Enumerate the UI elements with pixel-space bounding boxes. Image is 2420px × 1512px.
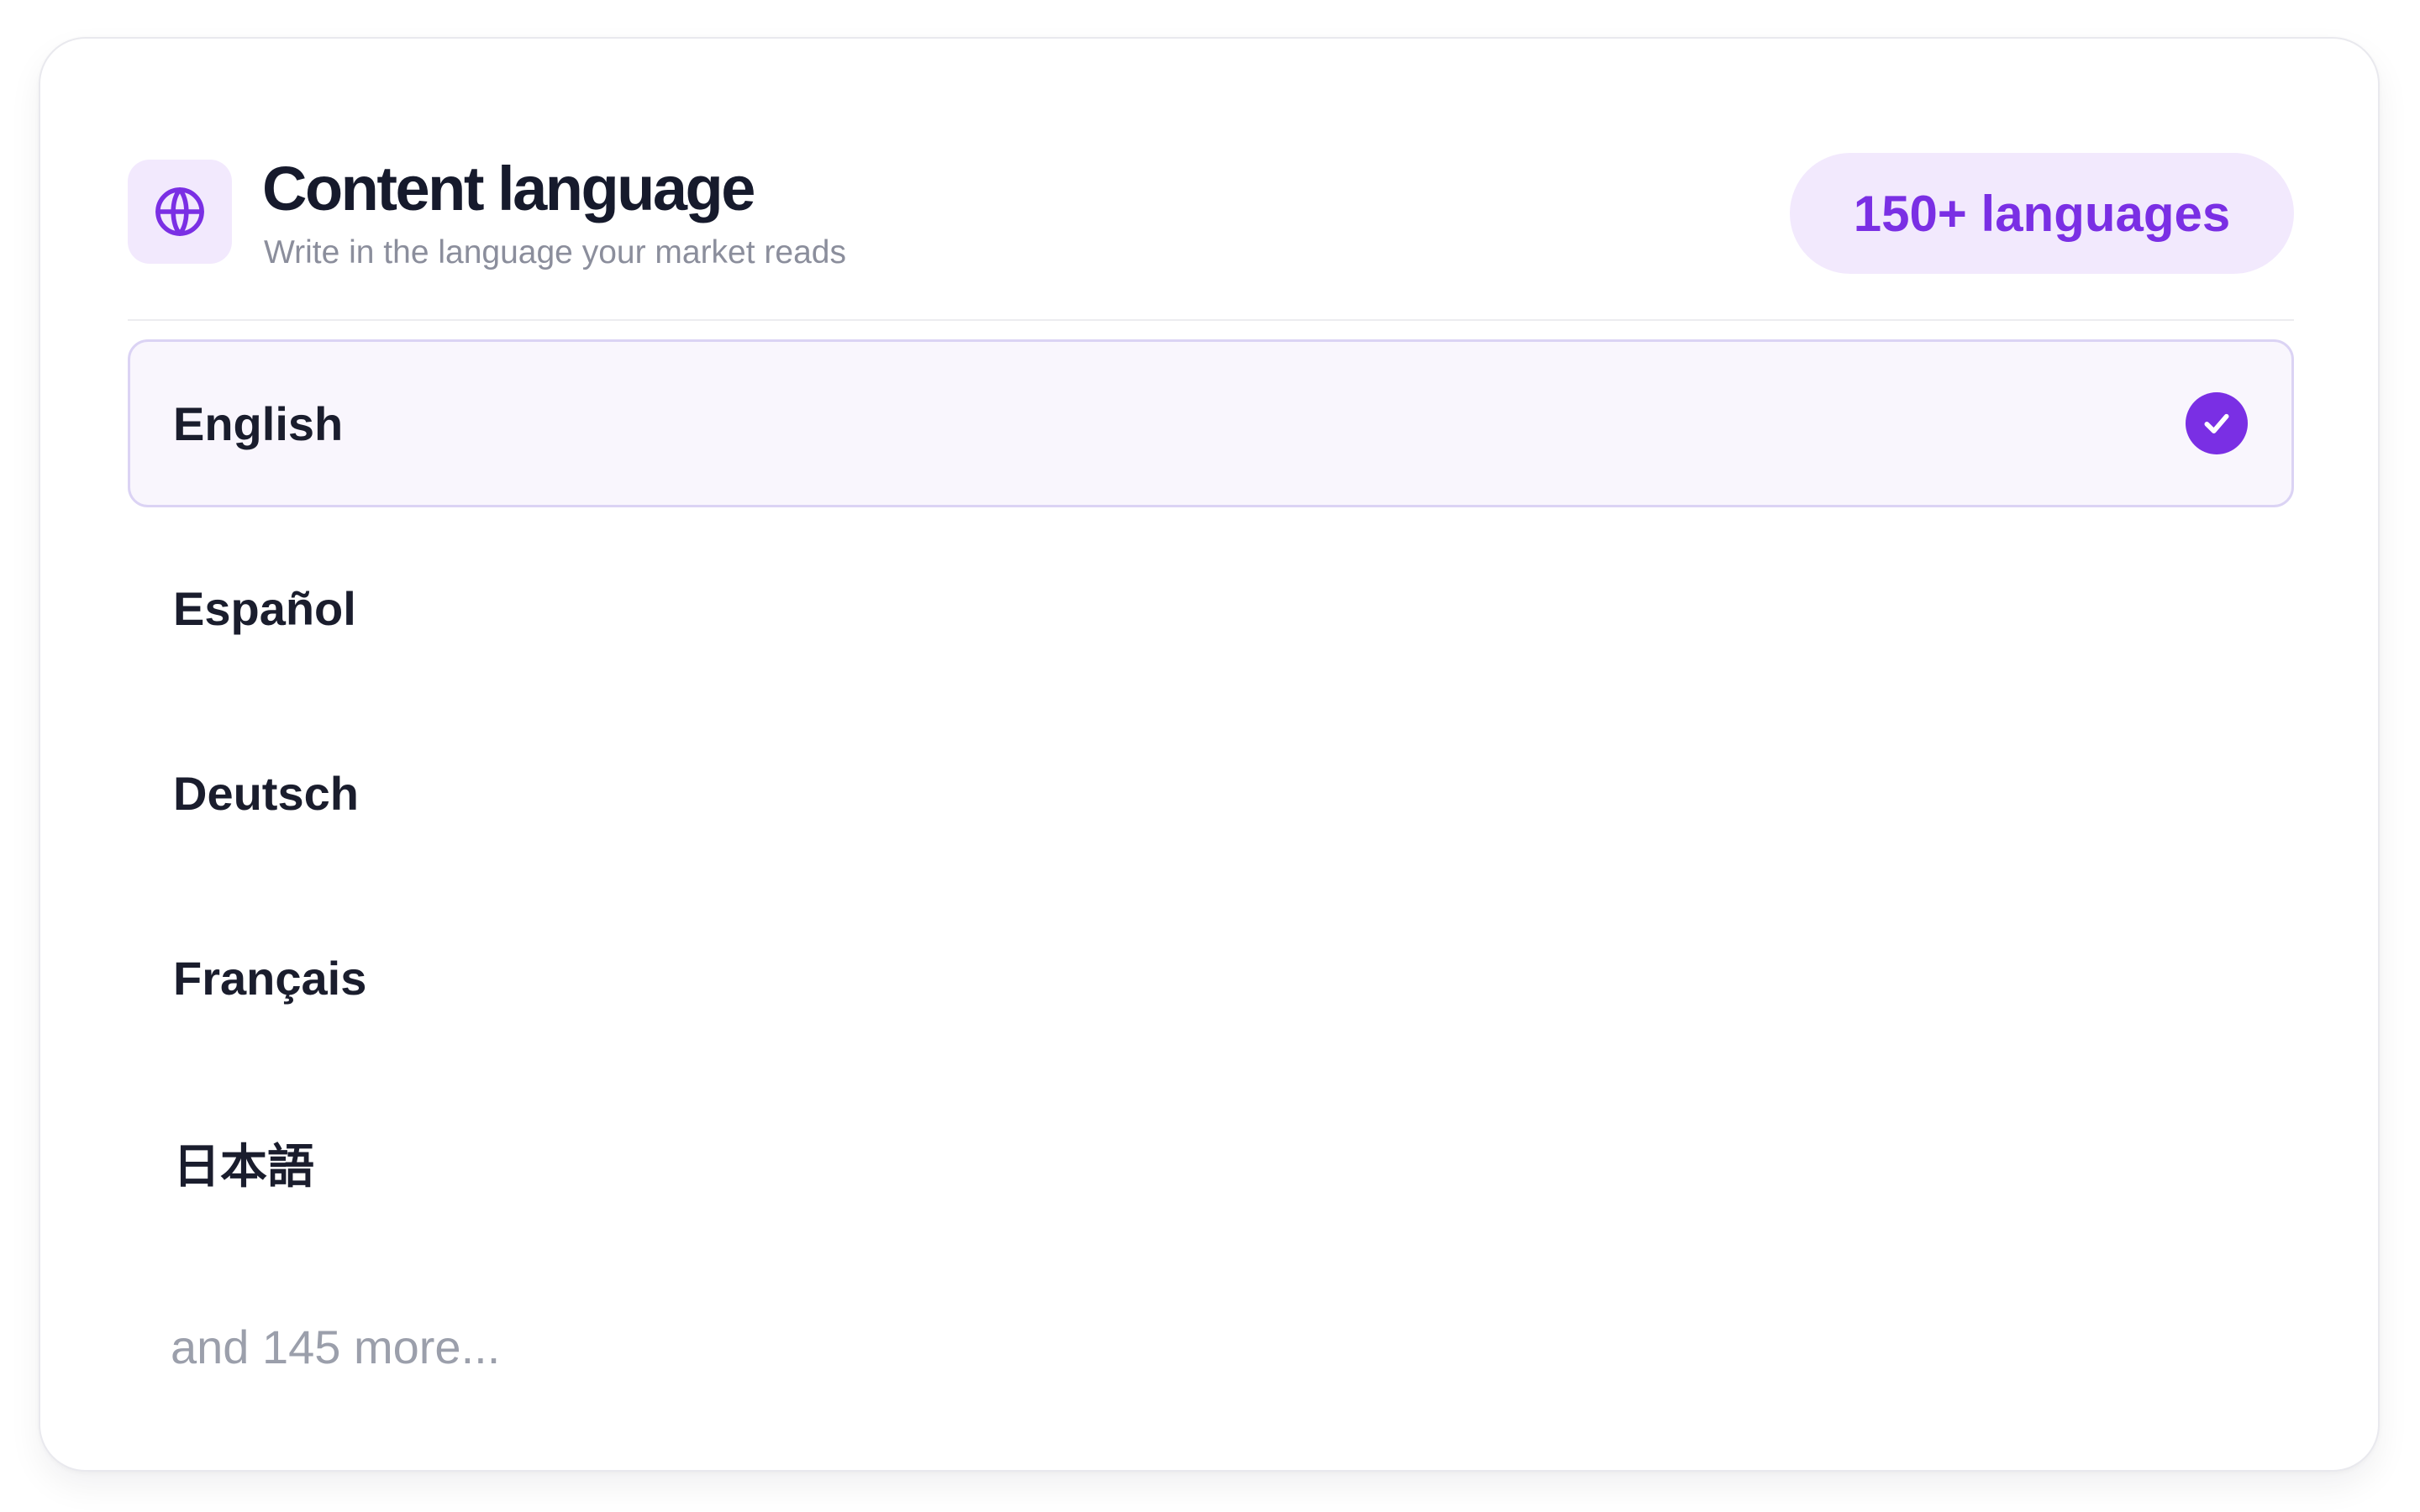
header-divider: [128, 319, 2294, 321]
language-option-label: Deutsch: [173, 766, 359, 820]
language-option-espanol[interactable]: Español: [128, 524, 2294, 692]
languages-count-badge: 150+ languages: [1790, 153, 2294, 274]
content-language-card: Content language Write in the language y…: [39, 37, 2380, 1472]
selected-check-icon: [2186, 392, 2248, 454]
language-option-francais[interactable]: Français: [128, 894, 2294, 1062]
language-option-japanese[interactable]: 日本語: [128, 1079, 2294, 1247]
card-header: Content language Write in the language y…: [128, 123, 2294, 276]
more-languages-text: and 145 more...: [171, 1320, 501, 1373]
card-subtitle: Write in the language your market reads: [264, 234, 846, 270]
language-option-label: 日本語: [173, 1139, 314, 1193]
language-list: English Español Deutsch Français 日本語: [128, 339, 2294, 1263]
language-option-deutsch[interactable]: Deutsch: [128, 709, 2294, 877]
language-option-english[interactable]: English: [128, 339, 2294, 507]
card-title: Content language: [262, 154, 755, 223]
language-option-label: English: [173, 396, 344, 450]
globe-icon: [128, 160, 232, 264]
language-option-label: Français: [173, 951, 367, 1005]
language-option-label: Español: [173, 581, 356, 635]
